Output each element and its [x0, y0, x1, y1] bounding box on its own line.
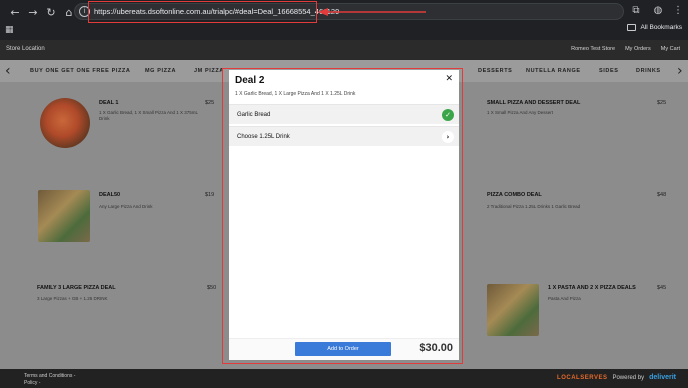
menu-item-desc: 1 X Garlic Bread, 1 X Small Pizza And 1 …	[99, 110, 198, 121]
apps-grid-icon[interactable]: ▦	[5, 24, 17, 36]
menu-item-title[interactable]: DEAL 1	[99, 100, 118, 106]
menu-item-price: $48	[657, 192, 667, 198]
terms-link[interactable]: Terms and Conditions -	[24, 373, 75, 380]
deliverit-logo: deliverit	[649, 374, 676, 381]
all-bookmarks[interactable]: All Bookmarks	[627, 24, 682, 31]
menu-item-price: $25	[205, 100, 215, 106]
reload-icon[interactable]: ↻	[42, 4, 60, 22]
store-location-link[interactable]: Store Location	[6, 46, 45, 52]
option-label: Choose 1.25L Drink	[237, 134, 290, 140]
menu-item-desc: 1 X Small Pizza And Any Dessert	[487, 110, 554, 115]
category-item[interactable]: SIDES	[599, 68, 619, 74]
check-icon: ✓	[442, 109, 454, 121]
back-icon[interactable]: ←	[6, 4, 24, 22]
menu-item-desc: 3 Large Pizzas + GB + 1.25 DRINK	[37, 296, 108, 301]
category-item[interactable]: BUY ONE GET ONE FREE PIZZA	[30, 68, 130, 74]
menu-kebab-icon[interactable]: ⋮	[670, 3, 686, 19]
profile-icon[interactable]: ◍	[650, 3, 666, 19]
menu-item-price: $50	[207, 285, 217, 291]
close-icon[interactable]: ✕	[445, 74, 453, 84]
menu-item-title[interactable]: PIZZA COMBO DEAL	[487, 192, 542, 198]
category-item[interactable]: DRINKS	[636, 68, 661, 74]
menu-item-desc: 2 Traditional Pizza 1.25L Drinks 1 Garli…	[487, 204, 581, 209]
menu-item-title[interactable]: 1 X PASTA AND 2 X PIZZA DEALS	[548, 285, 636, 291]
menu-item-title[interactable]: SMALL PIZZA AND DESSERT DEAL	[487, 100, 580, 106]
category-item[interactable]: DESSERTS	[478, 68, 512, 74]
option-garlic-bread[interactable]: Garlic Bread ✓	[229, 104, 459, 124]
menu-item-image	[38, 190, 90, 242]
modal-footer: Add to Order $30.00	[229, 338, 459, 360]
category-item[interactable]: NUTELLA RANGE	[526, 68, 581, 74]
annotation-arrow-icon	[318, 8, 426, 16]
localserves-logo: LOCALSERVES	[557, 374, 608, 381]
menu-item-price: $25	[657, 100, 667, 106]
deal-modal: Deal 2 ✕ 1 X Garlic Bread, 1 X Large Piz…	[229, 70, 459, 360]
category-item[interactable]: MG PIZZA	[145, 68, 176, 74]
powered-by-label: Powered by	[612, 374, 645, 381]
option-label: Garlic Bread	[237, 112, 271, 118]
add-to-order-button[interactable]: Add to Order	[295, 342, 391, 356]
chevron-left-icon[interactable]: ‹	[5, 63, 11, 79]
modal-title: Deal 2	[235, 75, 265, 86]
extensions-icon[interactable]: ⧉	[628, 3, 644, 19]
browser-toolbar: ← → ↻ ⌂ i https://ubereats.dsoftonline.c…	[0, 0, 688, 40]
menu-item-desc: Any Large Pizza And Drink	[99, 204, 153, 209]
url-highlight-box	[88, 1, 317, 23]
chevron-right-icon[interactable]: ›	[442, 131, 454, 143]
menu-item-desc: Pasta And Pizza	[548, 296, 581, 301]
store-name-link[interactable]: Romeo Test Store	[571, 46, 615, 52]
menu-item-price: $19	[205, 192, 215, 198]
menu-item-image	[40, 98, 90, 148]
option-choose-drink[interactable]: Choose 1.25L Drink ›	[229, 126, 459, 146]
menu-item-title[interactable]: FAMILY 3 LARGE PIZZA DEAL	[37, 285, 116, 291]
menu-item-title[interactable]: DEAL50	[99, 192, 120, 198]
site-footer: Terms and Conditions - Policy - LOCALSER…	[0, 369, 688, 388]
category-item[interactable]: JM PIZZA	[194, 68, 224, 74]
bookmarks-label: All Bookmarks	[640, 24, 682, 31]
menu-item-price: $45	[657, 285, 667, 291]
folder-icon	[627, 24, 637, 31]
forward-icon[interactable]: →	[24, 4, 42, 22]
chevron-right-icon[interactable]: ›	[677, 63, 683, 79]
my-cart-link[interactable]: My Cart	[661, 46, 680, 52]
menu-item-image	[487, 284, 539, 336]
site-header: Store Location Romeo Test Store My Order…	[0, 40, 688, 60]
modal-subtitle: 1 X Garlic Bread, 1 X Large Pizza And 1 …	[235, 91, 356, 97]
order-total: $30.00	[419, 342, 453, 354]
my-orders-link[interactable]: My Orders	[625, 46, 651, 52]
policy-link[interactable]: Policy -	[24, 380, 75, 387]
